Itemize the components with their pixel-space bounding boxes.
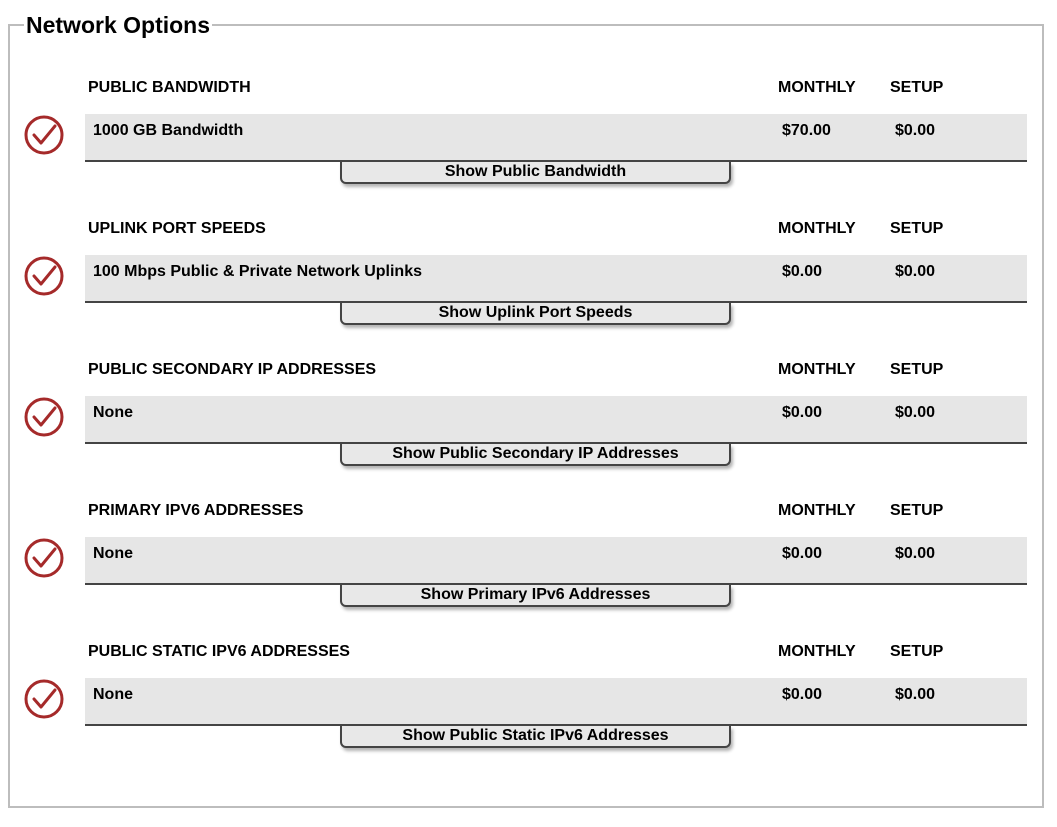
check-circle-icon [24,115,64,155]
setup-header: SETUP [890,220,944,237]
section-public-secondary-ip: PUBLIC SECONDARY IP ADDRESSES MONTHLY SE… [0,360,1057,501]
selected-option-row: None $0.00 $0.00 [85,678,1027,726]
option-label: None [93,545,133,562]
section-title: Network Options [24,10,213,40]
selected-option-row: None $0.00 $0.00 [85,537,1027,585]
section-heading: PUBLIC SECONDARY IP ADDRESSES [88,361,377,378]
monthly-price: $70.00 [782,122,831,139]
monthly-header: MONTHLY [778,502,856,519]
section-heading: PUBLIC BANDWIDTH [88,79,251,96]
setup-price: $0.00 [895,404,936,421]
section-primary-ipv6: PRIMARY IPV6 ADDRESSES MONTHLY SETUP Non… [0,501,1057,642]
show-public-secondary-ip-button[interactable]: Show Public Secondary IP Addresses [340,444,731,466]
monthly-header: MONTHLY [778,643,856,660]
monthly-price: $0.00 [782,404,823,421]
check-circle-icon [24,397,64,437]
show-public-bandwidth-button[interactable]: Show Public Bandwidth [340,162,731,184]
section-heading: PUBLIC STATIC IPV6 ADDRESSES [88,643,350,660]
monthly-header: MONTHLY [778,220,856,237]
selected-option-row: None $0.00 $0.00 [85,396,1027,444]
section-public-bandwidth: PUBLIC BANDWIDTH MONTHLY SETUP 1000 GB B… [0,78,1057,219]
section-heading: UPLINK PORT SPEEDS [88,220,266,237]
monthly-header: MONTHLY [778,361,856,378]
setup-header: SETUP [890,643,944,660]
setup-price: $0.00 [895,263,936,280]
check-circle-icon [24,256,64,296]
setup-header: SETUP [890,361,944,378]
monthly-price: $0.00 [782,686,823,703]
selected-option-row: 100 Mbps Public & Private Network Uplink… [85,255,1027,303]
section-heading: PRIMARY IPV6 ADDRESSES [88,502,304,519]
show-primary-ipv6-button[interactable]: Show Primary IPv6 Addresses [340,585,731,607]
setup-header: SETUP [890,502,944,519]
setup-price: $0.00 [895,122,936,139]
option-label: 100 Mbps Public & Private Network Uplink… [93,263,422,280]
setup-header: SETUP [890,79,944,96]
section-public-static-ipv6: PUBLIC STATIC IPV6 ADDRESSES MONTHLY SET… [0,642,1057,783]
show-public-static-ipv6-button[interactable]: Show Public Static IPv6 Addresses [340,726,731,748]
monthly-price: $0.00 [782,545,823,562]
option-label: 1000 GB Bandwidth [93,122,244,139]
setup-price: $0.00 [895,686,936,703]
option-label: None [93,686,133,703]
setup-price: $0.00 [895,545,936,562]
section-uplink-port-speeds: UPLINK PORT SPEEDS MONTHLY SETUP 100 Mbp… [0,219,1057,360]
monthly-price: $0.00 [782,263,823,280]
check-circle-icon [24,538,64,578]
selected-option-row: 1000 GB Bandwidth $70.00 $0.00 [85,114,1027,162]
monthly-header: MONTHLY [778,79,856,96]
show-uplink-port-speeds-button[interactable]: Show Uplink Port Speeds [340,303,731,325]
check-circle-icon [24,679,64,719]
option-label: None [93,404,133,421]
